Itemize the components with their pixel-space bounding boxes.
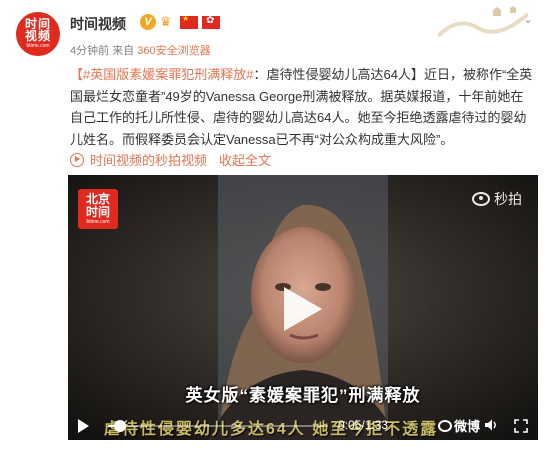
post-source-link[interactable]: 360安全浏览器: [137, 45, 210, 57]
author-avatar[interactable]: 时间 视频 btime.com: [16, 12, 60, 56]
source-prefix: 来自: [112, 45, 135, 57]
chevron-down-icon[interactable]: ⌄: [520, 12, 536, 28]
crown-icon[interactable]: ♛: [160, 15, 176, 29]
watermark-text: 秒拍: [494, 191, 522, 207]
weibo-post-card: 时间 视频 btime.com 时间视频 V ♛ ⌄ 4分钟前 来自 360安全…: [0, 0, 550, 452]
avatar-text-2: 视频: [24, 29, 51, 43]
caption-top: 英女版“素媛案罪犯”刑满释放: [185, 386, 421, 405]
collapse-text-link[interactable]: 收起全文: [219, 150, 271, 169]
post-links: 时间视频的秒拍视频 收起全文: [70, 150, 271, 169]
avatar-text-3: btime.com: [26, 43, 50, 49]
post-headline: ：虐待性侵婴幼儿高达64人】: [253, 67, 424, 82]
author-name-link[interactable]: 时间视频: [70, 14, 126, 34]
hongkong-flag-icon[interactable]: [202, 15, 220, 29]
post-time[interactable]: 4分钟前: [70, 45, 109, 57]
post-meta: 4分钟前 来自 360安全浏览器: [70, 42, 211, 58]
weibo-eye-icon: [438, 419, 452, 432]
time-display: 0:05/1:33: [338, 418, 389, 432]
post-text: 【#英国版素媛案罪犯刑满释放#：虐待性侵婴幼儿高达64人】近日，被称作“全英国最…: [70, 64, 536, 150]
video-controls: 0:05/1:33 微博: [68, 412, 538, 440]
channel-logo: 北京 时间 btime.com: [78, 189, 118, 229]
author-badges: V ♛: [140, 14, 220, 30]
weibo-watermark: 微博: [438, 416, 480, 435]
progress-knob[interactable]: [113, 420, 126, 432]
control-play-icon[interactable]: [78, 419, 89, 433]
topic-link[interactable]: 【#英国版素媛案罪犯刑满释放#: [70, 67, 253, 82]
fullscreen-icon[interactable]: [514, 419, 528, 433]
channel-logo-text-2: 时间: [85, 205, 110, 219]
play-circle-icon: [70, 152, 84, 167]
channel-logo-text-3: btime.com: [86, 219, 110, 225]
progress-track[interactable]: [108, 420, 328, 432]
great-wall-decoration: [438, 6, 528, 38]
weibo-text: 微博: [454, 419, 481, 434]
china-flag-icon[interactable]: [180, 14, 198, 29]
video-link[interactable]: 时间视频的秒拍视频: [90, 150, 207, 169]
volume-icon[interactable]: [484, 418, 498, 432]
video-player[interactable]: 北京 时间 btime.com 秒拍 英女版“素媛案罪犯”刑满释放 虐待性侵婴幼…: [68, 175, 538, 440]
miaopai-eye-icon: [472, 192, 490, 206]
play-icon[interactable]: [278, 283, 326, 335]
verified-icon[interactable]: V: [140, 14, 156, 30]
miaopai-watermark: 秒拍: [472, 189, 522, 209]
